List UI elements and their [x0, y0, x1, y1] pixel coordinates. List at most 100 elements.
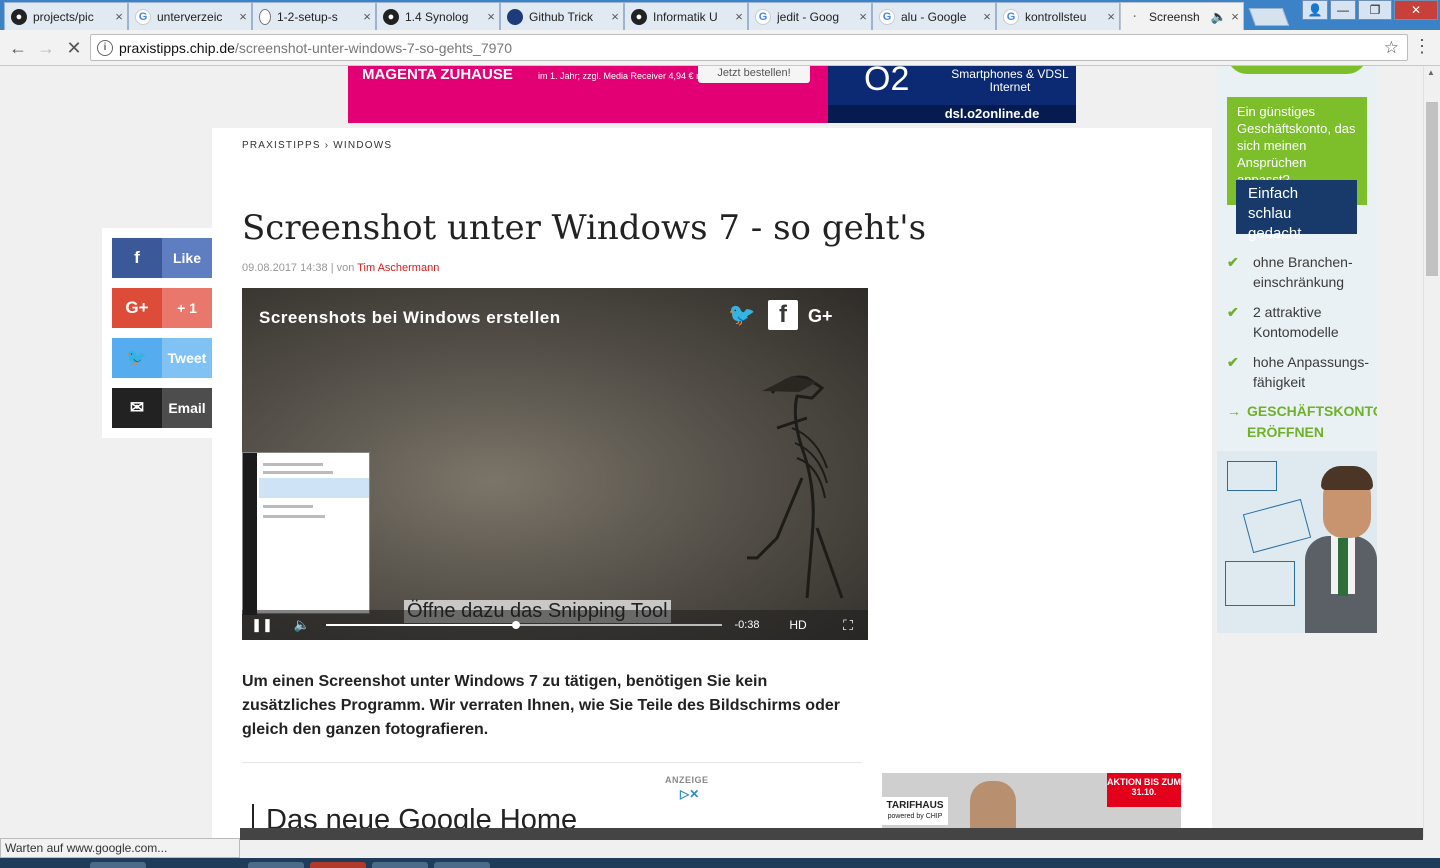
magenta-ad-subtext: im 1. Jahr; zzgl. Media Receiver 4,94 € …: [538, 71, 711, 81]
volume-icon[interactable]: 🔈: [292, 616, 312, 634]
preview-line: [263, 515, 325, 518]
tab-3[interactable]: ● 1.4 Synolog ×: [376, 2, 500, 30]
checkmark-icon: ✔: [1227, 354, 1239, 370]
feature-text: ohne Branchen-einschränkung: [1253, 254, 1353, 290]
magenta-ad-text: MAGENTA ZUHAUSE: [362, 66, 513, 83]
article-container: PRAXISTIPPS › WINDOWS Screenshot unter W…: [212, 128, 1212, 838]
pause-icon[interactable]: ❚❚: [251, 616, 273, 634]
tab-0[interactable]: ● projects/pic ×: [4, 2, 128, 30]
sidebar-bank-ad[interactable]: Ein günstiges Geschäftskonto, das sich m…: [1217, 66, 1377, 633]
tab-label: Informatik U: [653, 9, 718, 24]
address-bar[interactable]: i praxistipps.chip.de/screenshot-unter-w…: [90, 34, 1408, 61]
scroll-thumb[interactable]: [1426, 102, 1438, 276]
tab-label: 1.4 Synolog: [405, 9, 469, 24]
share-label: Email: [162, 388, 212, 428]
browser-toolbar: ← → ✕ i praxistipps.chip.de/screenshot-u…: [0, 30, 1440, 66]
video-progress-handle[interactable]: [512, 621, 521, 629]
taskbar-item[interactable]: [434, 862, 490, 868]
taskbar-item[interactable]: [90, 862, 146, 868]
o2-ad-site: dsl.o2online.de: [828, 105, 1076, 123]
taskbar-item[interactable]: [310, 862, 366, 868]
share-label: Tweet: [162, 338, 212, 378]
scrollbar[interactable]: ▲: [1423, 66, 1440, 838]
video-progress-bar[interactable]: [326, 621, 722, 629]
tab-1[interactable]: G unterverzeic ×: [128, 2, 252, 30]
breadcrumb-separator: ›: [324, 140, 330, 151]
tweet-button[interactable]: 🐦 Tweet: [112, 338, 212, 378]
tab-4[interactable]: Github Trick ×: [500, 2, 624, 30]
maximize-button[interactable]: ❐: [1358, 0, 1392, 20]
close-button[interactable]: ✕: [1394, 0, 1438, 20]
close-icon[interactable]: ×: [235, 9, 251, 24]
byline-separator: | von: [327, 262, 358, 274]
o2-logo: O2: [864, 66, 910, 98]
taskbar-item[interactable]: [372, 862, 428, 868]
close-icon[interactable]: ×: [359, 9, 375, 24]
article-byline: 09.08.2017 14:38 | von Tim Aschermann: [242, 262, 439, 274]
windows-taskbar: [0, 858, 1440, 868]
ad-cta[interactable]: Einfach schlau gedacht: [1236, 180, 1357, 242]
video-player[interactable]: Screenshots bei Windows erstellen 🐦 f G+…: [242, 288, 868, 640]
new-tab-button[interactable]: [1248, 8, 1290, 26]
close-icon[interactable]: ×: [1103, 9, 1119, 24]
email-icon: ✉: [112, 388, 162, 428]
tab-5[interactable]: ● Informatik U ×: [624, 2, 748, 30]
tab-label: kontrollsteu: [1025, 9, 1087, 24]
tab-strip: ● projects/pic × G unterverzeic × 1-2-se…: [0, 0, 1440, 30]
tab-6[interactable]: G jedit - Goog ×: [748, 2, 872, 30]
o2-ad[interactable]: O2 Smartphones & VDSL Internet dsl.o2onl…: [828, 66, 1076, 123]
author-link[interactable]: Tim Aschermann: [357, 262, 439, 274]
open-account-link[interactable]: → GESCHÄFTSKONTO ERÖFFNEN: [1227, 401, 1377, 443]
facebook-icon[interactable]: f: [768, 300, 798, 330]
back-button[interactable]: ←: [6, 36, 30, 60]
scroll-up-icon[interactable]: ▲: [1427, 68, 1435, 77]
stop-loading-button[interactable]: ✕: [62, 36, 86, 60]
google-icon: G: [879, 8, 895, 25]
breadcrumb-praxistipps[interactable]: PRAXISTIPPS: [242, 140, 321, 151]
close-icon[interactable]: ×: [607, 9, 623, 24]
tab-2[interactable]: 1-2-setup-s ×: [252, 2, 376, 30]
google-plus-button[interactable]: G+ + 1: [112, 288, 212, 328]
tab-7[interactable]: G alu - Google ×: [872, 2, 996, 30]
adchoices-icon[interactable]: ▷✕: [680, 787, 699, 801]
facebook-like-button[interactable]: f Like: [112, 238, 212, 278]
close-icon[interactable]: ×: [979, 9, 995, 24]
twitter-icon[interactable]: 🐦: [728, 302, 755, 328]
hd-button[interactable]: HD: [786, 616, 810, 634]
minimize-button[interactable]: —: [1330, 0, 1356, 20]
tarifhaus-logo-text: TARIFHAUS: [886, 800, 944, 811]
preview-line: [263, 463, 323, 466]
tarifhaus-sub: powered by CHIP: [887, 813, 943, 820]
menu-icon[interactable]: ⋮: [1412, 36, 1432, 60]
start-sidebar: [243, 453, 257, 615]
video-time: -0:38: [734, 619, 760, 631]
sketch-shape: [1225, 561, 1295, 606]
tab-9-active[interactable]: · Screensh 🔈 ×: [1120, 2, 1244, 30]
taskbar-item[interactable]: [248, 862, 304, 868]
tab-8[interactable]: G kontrollsteu ×: [996, 2, 1120, 30]
google-plus-icon[interactable]: G+: [808, 306, 833, 327]
speaker-icon[interactable]: 🔈: [1211, 9, 1227, 25]
ad-label: ANZEIGE: [665, 775, 709, 785]
preview-line: [263, 505, 313, 508]
close-icon[interactable]: ×: [483, 9, 499, 24]
info-icon[interactable]: i: [97, 39, 113, 56]
bookmark-star-icon[interactable]: ☆: [1384, 38, 1399, 58]
close-icon[interactable]: ×: [111, 9, 127, 24]
close-icon[interactable]: ×: [1227, 9, 1243, 24]
breadcrumb-windows[interactable]: WINDOWS: [333, 140, 392, 151]
close-icon[interactable]: ×: [855, 9, 871, 24]
tab-label: jedit - Goog: [777, 9, 840, 24]
forward-button[interactable]: →: [34, 36, 58, 60]
twitter-icon: 🐦: [112, 338, 162, 378]
fullscreen-icon[interactable]: ⛶: [838, 616, 858, 634]
magenta-order-button[interactable]: Jetzt bestellen!: [698, 66, 810, 83]
close-icon[interactable]: ×: [731, 9, 747, 24]
user-button[interactable]: 👤: [1302, 0, 1328, 20]
loading-icon: ·: [1133, 10, 1137, 23]
github-icon: ●: [11, 8, 27, 25]
page-title: Screenshot unter Windows 7 - so geht's: [242, 208, 927, 248]
email-button[interactable]: ✉ Email: [112, 388, 212, 428]
top-banner-ad[interactable]: MAGENTA ZUHAUSE im 1. Jahr; zzgl. Media …: [348, 66, 1076, 123]
tab-label: unterverzeic: [157, 9, 223, 24]
